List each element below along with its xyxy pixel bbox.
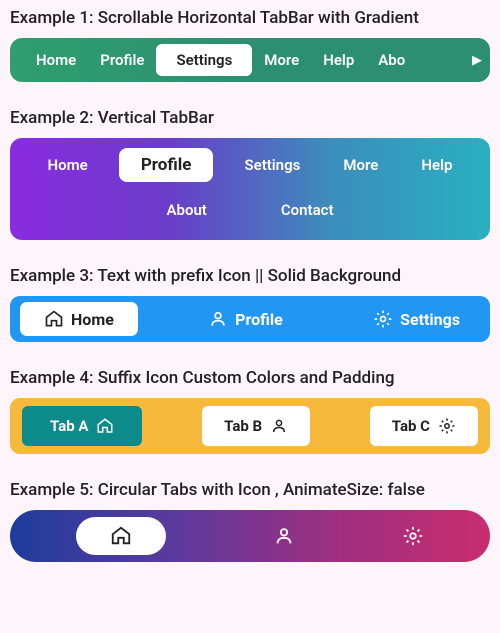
example-5-title: Example 5: Circular Tabs with Icon , Ani… [10,480,490,500]
tab-help[interactable]: Help [409,149,464,181]
tabbar-5 [10,510,490,562]
example-3: Example 3: Text with prefix Icon || Soli… [10,266,490,342]
tab-more[interactable]: More [331,149,390,181]
tab-settings[interactable] [402,525,424,547]
tab-profile[interactable]: Profile [88,44,156,76]
example-2: Example 2: Vertical TabBar Home Profile … [10,108,490,240]
person-icon [273,525,295,547]
tab-label: Tab A [50,417,88,435]
tab-settings[interactable]: Settings [353,302,480,336]
tab-label: Settings [400,310,460,329]
tab-label: Tab B [224,417,262,435]
home-icon [110,525,132,547]
tabbar-4: Tab A Tab B Tab C [10,398,490,454]
tab-home[interactable]: Home [20,302,138,336]
settings-icon [402,525,424,547]
tab-profile[interactable] [273,525,295,547]
tab-settings[interactable]: Settings [156,44,252,76]
tab-settings[interactable]: Settings [232,149,312,181]
tab-home[interactable] [76,517,166,555]
example-1: Example 1: Scrollable Horizontal TabBar … [10,8,490,82]
tab-home[interactable]: Home [36,149,100,181]
example-2-title: Example 2: Vertical TabBar [10,108,490,128]
home-icon [96,417,114,435]
tab-b[interactable]: Tab B [202,406,310,446]
tabbar-2: Home Profile Settings More Help About Co… [10,138,490,240]
scroll-right-icon[interactable]: ▶ [472,53,482,68]
tab-about-partial[interactable]: Abo [366,44,405,76]
settings-icon [373,309,393,329]
home-icon [44,309,64,329]
tab-profile[interactable]: Profile [188,302,303,336]
tab-more[interactable]: More [252,44,311,76]
example-1-title: Example 1: Scrollable Horizontal TabBar … [10,8,490,28]
tab-label: Profile [235,310,283,329]
person-icon [208,309,228,329]
tab-label: Tab C [392,417,430,435]
person-icon [270,417,288,435]
tab-label: Home [71,310,114,329]
tab-profile[interactable]: Profile [119,148,214,182]
example-3-title: Example 3: Text with prefix Icon || Soli… [10,266,490,286]
example-5: Example 5: Circular Tabs with Icon , Ani… [10,480,490,562]
tab-a[interactable]: Tab A [22,406,142,446]
settings-icon [438,417,456,435]
tab-contact[interactable]: Contact [269,194,346,226]
tabbar-3: Home Profile Settings [10,296,490,342]
tab-c[interactable]: Tab C [370,406,478,446]
tab-home[interactable]: Home [24,44,88,76]
example-4: Example 4: Suffix Icon Custom Colors and… [10,368,490,454]
tab-help[interactable]: Help [311,44,366,76]
tabbar-1: Home Profile Settings More Help Abo ▶ [10,38,490,82]
example-4-title: Example 4: Suffix Icon Custom Colors and… [10,368,490,388]
tab-about[interactable]: About [155,194,219,226]
